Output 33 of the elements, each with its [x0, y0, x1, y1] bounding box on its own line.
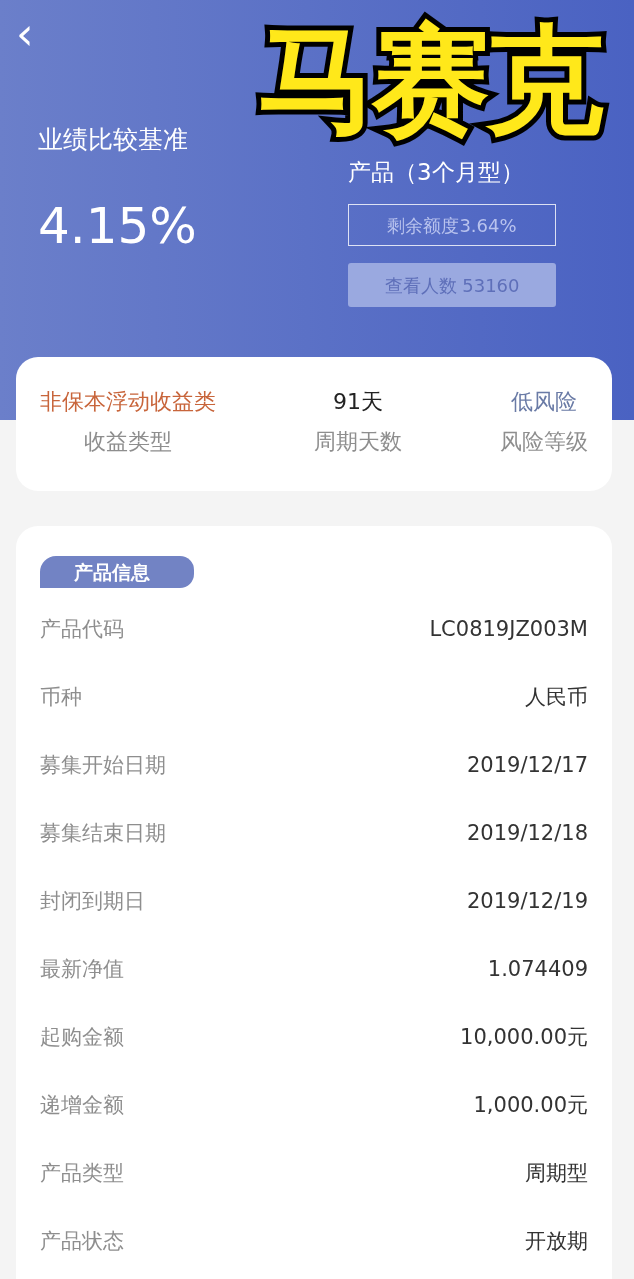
summary-label: 周期天数 — [314, 428, 402, 456]
summary-label: 风险等级 — [500, 428, 588, 456]
info-value: 2019/12/17 — [466, 752, 588, 780]
info-label: 产品类型 — [40, 1160, 124, 1188]
info-value: 2019/12/18 — [466, 820, 588, 848]
info-label: 募集开始日期 — [40, 752, 166, 780]
summary-value: 非保本浮动收益类 — [40, 388, 216, 416]
info-label: 产品状态 — [40, 1228, 124, 1256]
info-value: 开放期 — [525, 1228, 588, 1256]
info-label: 产品代码 — [40, 616, 124, 644]
info-value: LC0819JZ003M — [429, 616, 588, 644]
info-label: 递增金额 — [40, 1092, 124, 1120]
product-title: 产品（3个月型） — [348, 158, 525, 187]
benchmark-label: 业绩比较基准 — [38, 124, 189, 156]
viewers-button[interactable]: 查看人数 53160 — [348, 263, 556, 307]
info-label: 起购金额 — [40, 1024, 124, 1052]
info-value: 2019/12/19 — [466, 888, 588, 916]
section-tag: 产品信息 — [40, 556, 194, 588]
summary-label: 收益类型 — [83, 428, 173, 456]
summary-value: 低风险 — [510, 388, 578, 416]
summary-value: 91天 — [332, 388, 384, 416]
info-value: 周期型 — [525, 1160, 588, 1188]
info-label: 募集结束日期 — [40, 820, 166, 848]
benchmark-value: 4.15% — [38, 196, 197, 256]
back-button[interactable]: ‹ — [10, 12, 40, 56]
info-label: 最新净值 — [40, 956, 124, 984]
info-value: 10,000.00元 — [460, 1024, 588, 1052]
info-label: 币种 — [40, 684, 82, 712]
info-value: 人民币 — [525, 684, 588, 712]
remaining-quota: 剩余额度3.64% — [348, 204, 556, 246]
info-label: 封闭到期日 — [40, 888, 145, 916]
info-value: 1.074409 — [487, 956, 588, 984]
info-value: 1,000.00元 — [473, 1092, 588, 1120]
